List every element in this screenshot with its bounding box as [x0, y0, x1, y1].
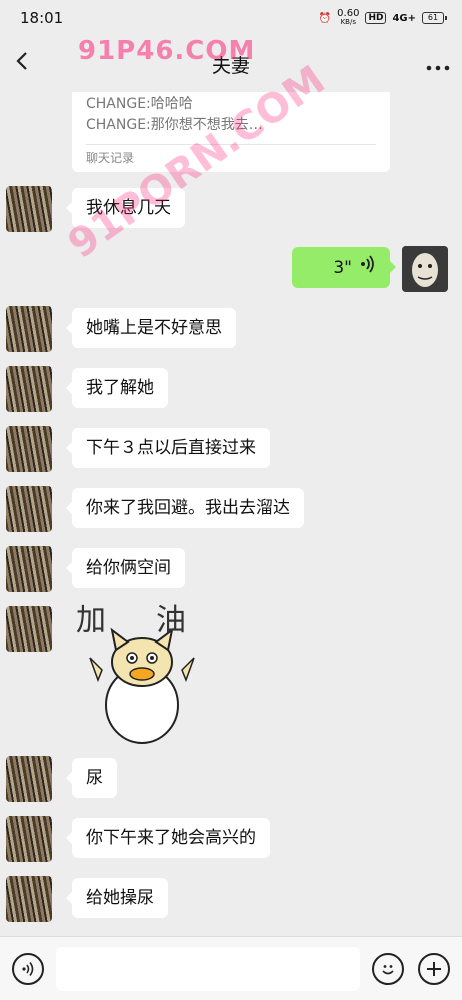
avatar[interactable]	[6, 606, 52, 652]
message-bubble[interactable]: 你下午来了她会高兴的	[66, 818, 270, 858]
message-bubble[interactable]: 她嘴上是不好意思	[66, 308, 236, 348]
avatar[interactable]	[402, 246, 448, 292]
avatar[interactable]	[6, 366, 52, 412]
avatar[interactable]	[6, 546, 52, 592]
signal-indicator: 4G+	[392, 12, 416, 24]
chat-header: 夫妻	[0, 36, 462, 92]
status-time: 18:01	[20, 9, 64, 27]
message-bubble[interactable]: 尿	[66, 758, 117, 798]
avatar[interactable]	[6, 756, 52, 802]
more-dots-icon[interactable]	[410, 52, 450, 77]
masked-face-icon	[402, 246, 448, 292]
history-line-1: CHANGE:哈哈哈	[86, 96, 193, 112]
chat-title: 夫妻	[211, 54, 250, 77]
history-line-2: CHANGE:那你想不想我去…	[86, 117, 263, 133]
net-speed: 0.60 KB/s	[337, 8, 360, 27]
voice-duration: 3"	[333, 257, 352, 278]
sticker-message[interactable]: 加油	[72, 600, 222, 750]
avatar[interactable]	[6, 876, 52, 922]
message-bubble[interactable]: 给她操尿	[66, 878, 168, 918]
chevron-left-icon[interactable]	[12, 49, 52, 79]
emoji-icon[interactable]	[372, 953, 404, 985]
message-bubble[interactable]: 你来了我回避。我出去溜达	[66, 488, 304, 528]
chat-history-card[interactable]: CHANGE:哈哈哈 CHANGE:那你想不想我去… 聊天记录	[72, 92, 390, 172]
avatar[interactable]	[6, 426, 52, 472]
plus-icon[interactable]	[418, 953, 450, 985]
message-bubble[interactable]: 我了解她	[66, 368, 168, 408]
avatar[interactable]	[6, 186, 52, 232]
divider	[86, 144, 376, 145]
voice-wave-icon	[360, 255, 376, 280]
status-icons: ⏰ 0.60 KB/s HD 4G+ 61	[318, 8, 447, 27]
message-input[interactable]	[56, 947, 360, 991]
status-bar: 18:01 ⏰ 0.60 KB/s HD 4G+ 61	[0, 0, 462, 36]
message-bubble[interactable]: 下午３点以后直接过来	[66, 428, 270, 468]
voice-icon[interactable]	[12, 953, 44, 985]
message-bubble[interactable]: 我休息几天	[66, 188, 185, 228]
voice-message-bubble[interactable]: 3"	[292, 247, 396, 288]
alarm-icon: ⏰	[318, 12, 332, 24]
sticker-caption: 加油	[76, 603, 222, 638]
avatar[interactable]	[6, 306, 52, 352]
battery-icon: 61	[422, 12, 447, 24]
history-footer-label: 聊天记录	[86, 151, 135, 165]
input-bar	[0, 936, 462, 1000]
duck-sticker-icon: 加油	[76, 603, 222, 744]
message-bubble[interactable]: 给你俩空间	[66, 548, 185, 588]
avatar[interactable]	[6, 816, 52, 862]
hd-badge: HD	[365, 12, 387, 24]
avatar[interactable]	[6, 486, 52, 532]
